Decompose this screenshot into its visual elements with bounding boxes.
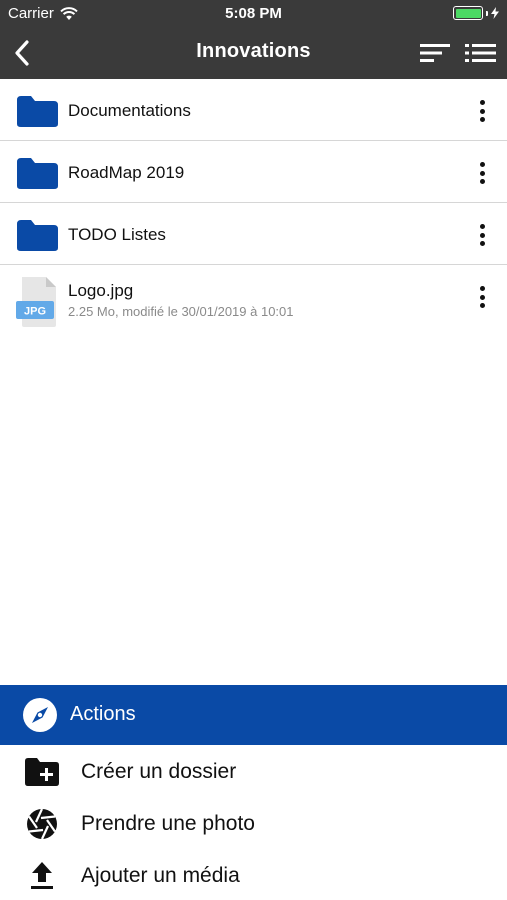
dot <box>479 294 485 300</box>
more-options-icon[interactable] <box>472 97 492 125</box>
add-media-label: Ajouter un média <box>81 864 240 887</box>
list-view-icon[interactable] <box>462 40 498 66</box>
status-time: 5:08 PM <box>225 5 282 22</box>
dot <box>479 170 485 176</box>
dot <box>479 162 485 167</box>
actions-title: Actions <box>70 703 136 725</box>
folder-icon <box>17 96 58 127</box>
dot <box>479 286 485 291</box>
file-type-badge: JPG <box>24 306 46 318</box>
dot <box>479 100 485 105</box>
compass-icon <box>23 698 57 732</box>
folder-name: RoadMap 2019 <box>68 163 185 182</box>
folder-icon <box>17 158 58 189</box>
dot <box>479 224 485 229</box>
jpg-file-icon: JPG <box>16 277 56 327</box>
add-media-button[interactable]: Ajouter un média <box>0 850 507 900</box>
dot <box>479 303 485 308</box>
dot <box>479 108 485 114</box>
more-options-icon[interactable] <box>472 283 492 311</box>
battery-icon <box>453 6 483 20</box>
battery-tip <box>486 10 488 16</box>
list-item-file[interactable]: JPG Logo.jpg 2.25 Mo, modifié le 30/01/2… <box>0 265 507 327</box>
sort-icon[interactable] <box>418 40 452 66</box>
folder-icon <box>17 220 58 251</box>
camera-shutter-icon <box>27 808 57 840</box>
nav-bar: Innovations <box>0 28 507 79</box>
battery-fill <box>455 8 481 18</box>
more-options-icon[interactable] <box>472 221 492 249</box>
take-photo-button[interactable]: Prendre une photo <box>0 798 507 850</box>
take-photo-label: Prendre une photo <box>81 812 255 835</box>
list-item-folder[interactable]: TODO Listes <box>0 203 507 265</box>
upload-icon <box>31 862 53 889</box>
file-name: Logo.jpg <box>68 281 134 300</box>
file-list: Documentations RoadMap 2019 TODO Listes <box>0 79 507 327</box>
create-folder-icon <box>25 758 59 786</box>
list-item-folder[interactable]: RoadMap 2019 <box>0 141 507 203</box>
list-item-folder[interactable]: Documentations <box>0 79 507 141</box>
dot <box>479 232 485 238</box>
dot <box>479 179 485 184</box>
charging-bolt-icon <box>491 7 499 19</box>
dot <box>479 117 485 122</box>
file-meta: 2.25 Mo, modifié le 30/01/2019 à 10:01 <box>68 304 294 319</box>
status-bar: Carrier 5:08 PM <box>0 0 507 28</box>
create-folder-label: Créer un dossier <box>81 760 237 783</box>
more-options-icon[interactable] <box>472 159 492 187</box>
dot <box>479 241 485 246</box>
folder-name: Documentations <box>68 101 191 120</box>
folder-name: TODO Listes <box>68 225 166 244</box>
app-header: Carrier 5:08 PM Innovations <box>0 0 507 79</box>
battery-indicator <box>453 6 499 20</box>
actions-header[interactable]: Actions <box>0 685 507 745</box>
create-folder-button[interactable]: Créer un dossier <box>0 746 507 798</box>
